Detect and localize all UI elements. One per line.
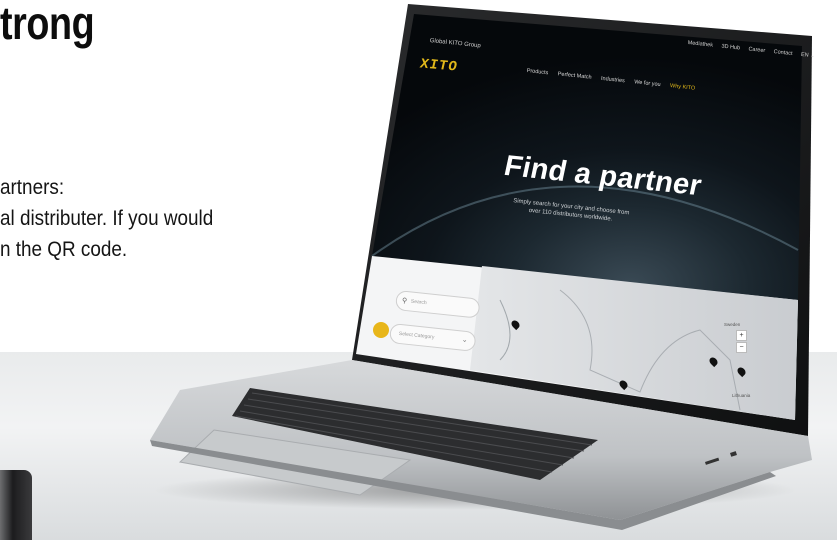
search-icon: ⚲ <box>401 297 408 306</box>
select-placeholder: Select Category <box>398 330 435 341</box>
chevron-down-icon: ⌄ <box>461 336 468 345</box>
map-label: Lithuania <box>732 393 751 398</box>
search-placeholder: Search <box>410 298 427 307</box>
location-button[interactable] <box>373 322 389 338</box>
map-label: Sweden <box>724 322 741 327</box>
zoom-in-button[interactable]: + <box>736 330 747 341</box>
zoom-out-button[interactable]: − <box>736 342 747 353</box>
brand-logo[interactable]: XITO <box>418 56 459 75</box>
language-selector[interactable]: EN ⌄ <box>801 52 815 59</box>
laptop <box>150 4 812 530</box>
